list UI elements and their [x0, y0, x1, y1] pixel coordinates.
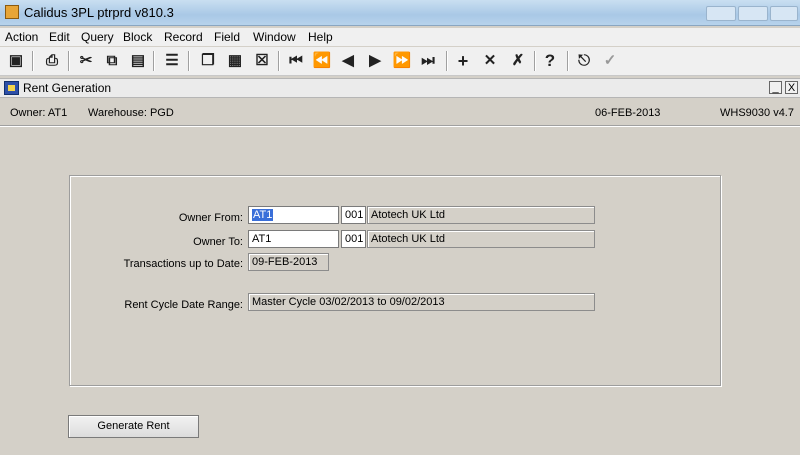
- form-close-button[interactable]: X: [785, 81, 798, 94]
- transactions-date-label: Transactions up to Date:: [123, 258, 243, 270]
- next-record-icon[interactable]: ▶: [365, 51, 385, 71]
- toolbar-separator: [278, 51, 280, 71]
- current-date: 06-FEB-2013: [595, 107, 661, 119]
- owner-to-name: Atotech UK Ltd: [367, 230, 595, 248]
- next-set-icon[interactable]: ⏩: [392, 51, 412, 71]
- generate-rent-button[interactable]: Generate Rent: [68, 415, 199, 438]
- window-titlebar: Calidus 3PL ptrprd v810.3: [0, 0, 800, 26]
- owner-from-label: Owner From:: [178, 212, 243, 224]
- form-id: WHS9030 v4.7: [720, 107, 794, 119]
- owner-info: Owner: AT1: [10, 107, 68, 119]
- print-icon[interactable]: ⎙: [42, 51, 62, 71]
- clear-record-icon[interactable]: ✗: [508, 51, 528, 71]
- warehouse-info: Warehouse: PGD: [88, 107, 174, 119]
- owner-from-code: 001: [341, 206, 366, 224]
- list-icon[interactable]: ☰: [162, 51, 182, 71]
- first-record-icon[interactable]: ⏮: [286, 51, 306, 71]
- form-icon: [4, 81, 19, 95]
- window-title: Calidus 3PL ptrprd v810.3: [24, 5, 174, 20]
- cut-icon[interactable]: ✂: [76, 51, 96, 71]
- owner-to-label: Owner To:: [193, 236, 243, 248]
- form-titlebar: Rent Generation _ X: [0, 78, 800, 98]
- window-maximize-button[interactable]: [738, 6, 768, 21]
- previous-set-icon[interactable]: ⏪: [312, 51, 332, 71]
- owner-to-code: 001: [341, 230, 366, 248]
- menu-help[interactable]: Help: [308, 30, 333, 44]
- window-close-button[interactable]: [770, 6, 798, 21]
- toolbar-separator: [188, 51, 190, 71]
- delete-record-icon[interactable]: ✕: [480, 51, 500, 71]
- menu-action[interactable]: Action: [5, 30, 38, 44]
- accept-icon: ✓: [603, 52, 617, 69]
- toolbar: ▣ ⎙ ✂ ⧉ ▤ ☰ ❐ ▦ ☒ ⏮ ⏪ ◀ ▶ ⏩ ⏭ + ✕ ✗ ? ⎋ …: [0, 47, 800, 76]
- insert-block-icon[interactable]: ▦: [225, 51, 245, 71]
- menu-query[interactable]: Query: [81, 30, 114, 44]
- toolbar-separator: [534, 51, 536, 71]
- owner-to-input[interactable]: AT1: [248, 230, 339, 248]
- save-icon[interactable]: ▣: [6, 51, 26, 71]
- clear-icon[interactable]: ☒: [252, 51, 272, 71]
- menu-window[interactable]: Window: [253, 30, 296, 44]
- toolbar-separator: [68, 51, 70, 71]
- owner-from-name: Atotech UK Ltd: [367, 206, 595, 224]
- form-title: Rent Generation: [23, 81, 112, 95]
- window-minimize-button[interactable]: [706, 6, 736, 21]
- owner-from-value: AT1: [252, 209, 274, 221]
- toolbar-separator: [567, 51, 569, 71]
- insert-record-icon[interactable]: +: [453, 51, 473, 71]
- menu-block[interactable]: Block: [123, 30, 152, 44]
- last-record-icon[interactable]: ⏭: [418, 51, 438, 71]
- form-info-bar: Owner: AT1 Warehouse: PGD 06-FEB-2013 WH…: [0, 99, 800, 126]
- menu-record[interactable]: Record: [164, 30, 203, 44]
- previous-record-icon[interactable]: ◀: [338, 51, 358, 71]
- duplicate-icon[interactable]: ❐: [198, 51, 218, 71]
- transactions-date-field: 09-FEB-2013: [248, 253, 329, 271]
- exit-icon[interactable]: ⎋: [574, 51, 594, 71]
- java-app-icon: [5, 5, 19, 19]
- menu-field[interactable]: Field: [214, 30, 240, 44]
- menu-bar: Action Edit Query Block Record Field Win…: [0, 28, 800, 46]
- toolbar-separator: [446, 51, 448, 71]
- toolbar-separator: [153, 51, 155, 71]
- paste-icon[interactable]: ▤: [128, 51, 148, 71]
- rent-cycle-label: Rent Cycle Date Range:: [124, 299, 243, 311]
- copy-icon[interactable]: ⧉: [102, 51, 122, 71]
- menu-edit[interactable]: Edit: [49, 30, 70, 44]
- help-icon[interactable]: ?: [540, 51, 560, 71]
- owner-from-input[interactable]: AT1: [248, 206, 339, 224]
- rent-cycle-field: Master Cycle 03/02/2013 to 09/02/2013: [248, 293, 595, 311]
- form-minimize-button[interactable]: _: [769, 81, 782, 94]
- toolbar-separator: [32, 51, 34, 71]
